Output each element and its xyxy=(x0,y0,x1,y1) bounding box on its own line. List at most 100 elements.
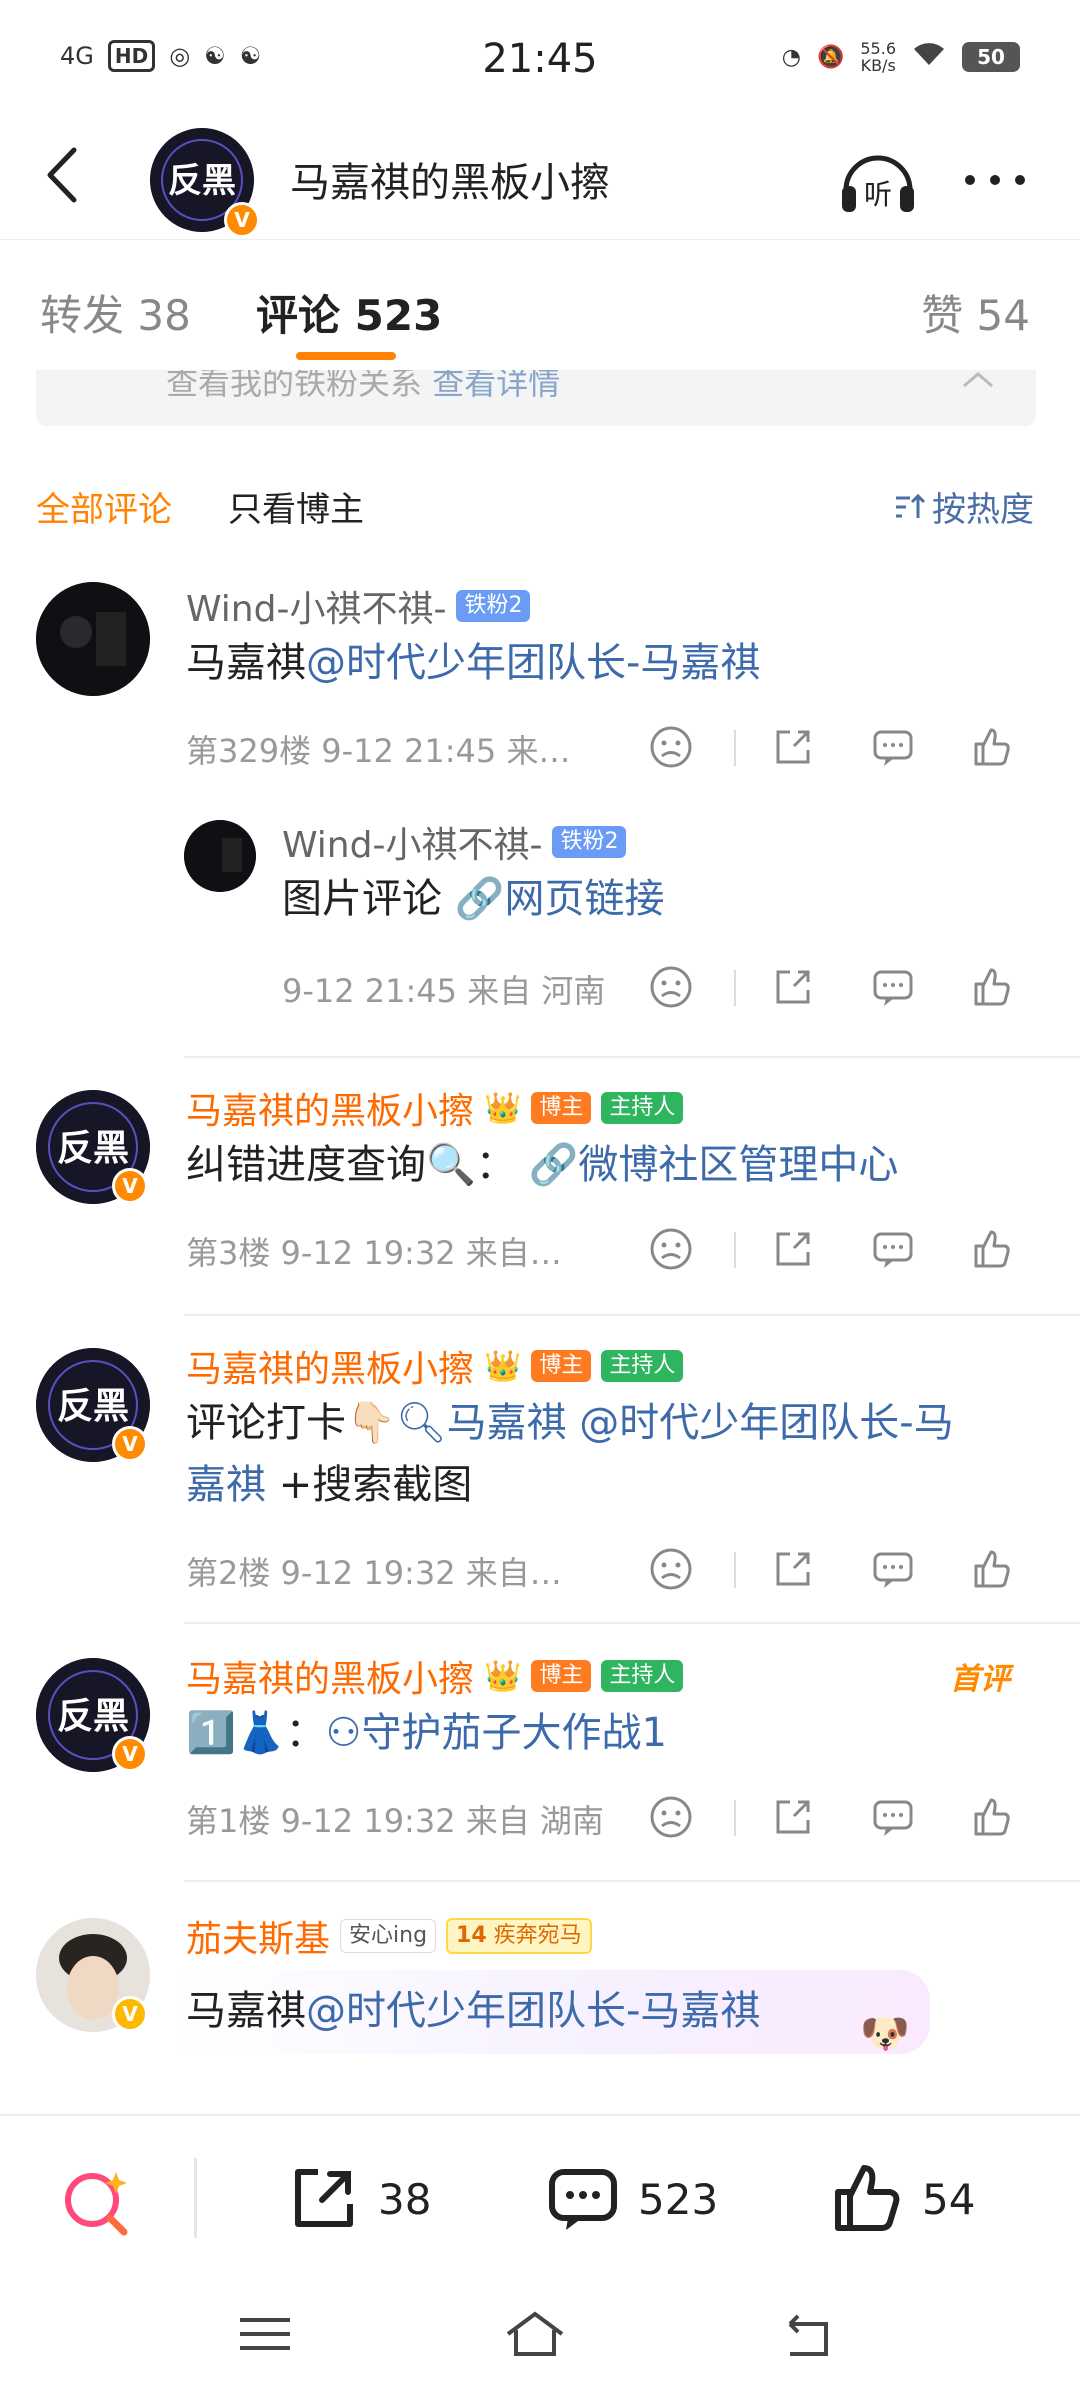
like-button[interactable]: 54 xyxy=(830,2162,975,2236)
filter-owner-only[interactable]: 只看博主 xyxy=(228,482,364,531)
like-icon[interactable] xyxy=(968,1546,1014,1592)
status-badge: 安心ing xyxy=(340,1919,437,1953)
dislike-face-icon[interactable] xyxy=(648,1546,694,1592)
crown-icon: 👑 xyxy=(484,1090,522,1126)
comment-text: 马嘉祺@时代少年团队长-马嘉祺 xyxy=(186,1988,761,2034)
status-bar: 4G HD ◎ ☯ ☯ 21:45 ◔ 🔕 55.6 KB/s 50 xyxy=(0,0,1080,120)
level-badge: 14 疾奔宛马 xyxy=(446,1918,592,1954)
meta-divider xyxy=(734,1552,736,1588)
search-link[interactable]: 🔍︎马嘉祺 xyxy=(396,1400,567,1446)
filter-all-comments[interactable]: 全部评论 xyxy=(36,482,172,531)
share-icon[interactable] xyxy=(770,1546,816,1592)
tab-likes[interactable]: 赞 54 xyxy=(921,282,1030,343)
meta-divider xyxy=(734,970,736,1006)
back-arrow-icon xyxy=(47,147,77,203)
moderator-badge: 主持人 xyxy=(601,1660,684,1692)
svg-text:反黑: 反黑 xyxy=(57,1128,129,1169)
commenter-avatar[interactable] xyxy=(36,582,150,696)
active-tab-indicator xyxy=(296,352,396,360)
svg-text:反黑: 反黑 xyxy=(57,1696,129,1737)
wifi-icon xyxy=(912,41,946,73)
verified-badge: V xyxy=(112,1168,148,1204)
comment-button[interactable]: 523 xyxy=(546,2162,718,2236)
comment-divider xyxy=(184,1056,1080,1058)
comment-text: 马嘉祺@时代少年团队长-马嘉祺 xyxy=(186,640,761,686)
commenter-name[interactable]: 马嘉祺的黑板小擦 xyxy=(186,1082,474,1134)
thumbs-up-icon xyxy=(835,2165,900,2231)
commenter-name[interactable]: 茄夫斯基 xyxy=(186,1910,330,1962)
host-badge: 博主 xyxy=(531,1660,592,1692)
web-link[interactable]: 🔗微博社区管理中心 xyxy=(529,1142,899,1188)
system-navigation-bar xyxy=(0,2284,1080,2400)
tab-comments[interactable]: 评论 523 xyxy=(256,282,442,343)
network-speed: 55.6 KB/s xyxy=(860,39,896,75)
comment-item: 反黑 V 马嘉祺的黑板小擦 👑 博主 主持人 纠错进度查询🔍： 🔗微博社区管理中… xyxy=(0,1082,1080,1316)
comment-meta: 第1楼 9-12 19:32 来自 湖南 xyxy=(186,1802,604,1840)
fan-level-badge: 铁粉2 xyxy=(552,826,627,858)
sort-by-hot-button[interactable]: 按热度 xyxy=(892,482,1034,531)
share-icon[interactable] xyxy=(770,1226,816,1272)
share-icon[interactable] xyxy=(770,724,816,770)
more-options-button[interactable] xyxy=(960,160,1030,200)
share-icon[interactable] xyxy=(770,1794,816,1840)
sort-icon xyxy=(896,493,926,518)
tab-repost[interactable]: 转发 38 xyxy=(40,282,191,343)
verified-badge: V xyxy=(112,1736,148,1772)
dislike-face-icon[interactable] xyxy=(648,1794,694,1840)
reply-avatar[interactable] xyxy=(184,820,256,892)
mention-link[interactable]: @时代少年团队长-马嘉祺 xyxy=(306,640,760,686)
repost-button[interactable]: 38 xyxy=(286,2162,431,2236)
repost-icon xyxy=(295,2169,353,2227)
super-search-icon[interactable] xyxy=(58,2162,138,2242)
share-icon[interactable] xyxy=(770,964,816,1010)
fan-relation-banner[interactable]: 查看我的铁粉关系 查看详情 xyxy=(36,370,1036,426)
collapse-chevron-icon[interactable] xyxy=(960,370,996,394)
back-nav-icon[interactable] xyxy=(770,2304,840,2364)
reply-icon[interactable] xyxy=(870,724,916,770)
back-button[interactable] xyxy=(30,140,100,210)
fan-level-badge: 铁粉2 xyxy=(456,590,531,622)
meta-divider xyxy=(734,730,736,766)
web-link[interactable]: 🔗网页链接 xyxy=(455,876,665,922)
tab-bar: 转发 38 评论 523 赞 54 xyxy=(0,240,1080,370)
reply-icon[interactable] xyxy=(870,1546,916,1592)
commenter-name[interactable]: 马嘉祺的黑板小擦 xyxy=(186,1340,474,1392)
reply-author-name[interactable]: Wind-小祺不祺- xyxy=(282,816,542,868)
dislike-face-icon[interactable] xyxy=(648,1226,694,1272)
dislike-face-icon[interactable] xyxy=(648,724,694,770)
bottom-action-bar: 38 523 54 xyxy=(0,2114,1080,2284)
speed-gauge-icon: ◔ xyxy=(781,44,801,70)
like-icon[interactable] xyxy=(968,724,1014,770)
reply-text: 图片评论 🔗网页链接 xyxy=(282,876,665,922)
reply-icon[interactable] xyxy=(870,964,916,1010)
comment-meta: 第2楼 9-12 19:32 来自… xyxy=(186,1554,562,1592)
host-badge: 博主 xyxy=(531,1350,592,1382)
commenter-name[interactable]: Wind-小祺不祺- xyxy=(186,580,446,632)
like-icon[interactable] xyxy=(968,964,1014,1010)
comment-text: 1️⃣👗：⚇守护茄子大作战1 xyxy=(186,1710,667,1756)
comment-text: 评论打卡👇🏻🔍︎马嘉祺 @时代少年团队长-马 嘉祺 +搜索截图 xyxy=(186,1400,954,1508)
dislike-face-icon[interactable] xyxy=(648,964,694,1010)
topic-link[interactable]: ⚇守护茄子大作战1 xyxy=(326,1710,667,1756)
reply-icon[interactable] xyxy=(870,1794,916,1840)
comment-item: 反黑 V 马嘉祺的黑板小擦 👑 博主 主持人 评论打卡👇🏻🔍︎马嘉祺 @时代少年… xyxy=(0,1340,1080,1624)
mention-link[interactable]: @时代少年团队长-马 xyxy=(567,1400,953,1446)
comment-item: V 茄夫斯基 安心ing 14 疾奔宛马 马嘉祺@时代少年团队长-马嘉祺 🐶 xyxy=(0,1910,1080,2110)
listen-button[interactable]: 听 xyxy=(836,140,920,220)
fan-banner-text: 查看我的铁粉关系 xyxy=(166,370,423,402)
home-icon[interactable] xyxy=(500,2304,570,2364)
mention-link-continued[interactable]: 嘉祺 xyxy=(186,1462,266,1508)
reply-icon[interactable] xyxy=(870,1226,916,1272)
like-icon[interactable] xyxy=(968,1226,1014,1272)
menu-icon[interactable] xyxy=(230,2304,300,2364)
like-icon[interactable] xyxy=(968,1794,1014,1840)
fan-banner-link[interactable]: 查看详情 xyxy=(432,370,560,402)
battery-indicator: 50 xyxy=(962,42,1020,72)
comment-filter-row: 全部评论 只看博主 按热度 xyxy=(0,470,1080,540)
meta-divider xyxy=(734,1800,736,1836)
group-icon: ⚇ xyxy=(325,1710,362,1756)
mention-link[interactable]: @时代少年团队长-马嘉祺 xyxy=(306,1988,760,2034)
bottom-bar-divider xyxy=(194,2158,197,2238)
comment-meta: 第3楼 9-12 19:32 来自… xyxy=(186,1234,562,1272)
commenter-name[interactable]: 马嘉祺的黑板小擦 xyxy=(186,1650,474,1702)
